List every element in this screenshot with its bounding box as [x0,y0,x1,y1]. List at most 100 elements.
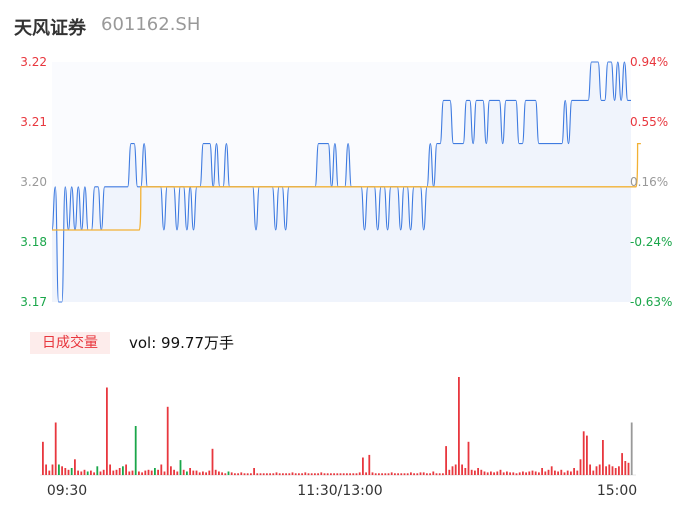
volume-bar [304,472,307,475]
volume-bar [93,472,95,475]
volume-bar [339,473,342,476]
volume-bar [378,473,380,476]
volume-bar [298,473,300,476]
volume-bar [256,473,259,476]
volume-bar [589,464,591,475]
volume-bar [582,431,585,476]
volume-bar [83,469,86,475]
volume-bar [294,473,297,476]
volume-bar [326,473,329,476]
volume-bar [483,471,486,475]
volume-bar [77,470,79,475]
y-left-label: 3.17 [20,295,47,309]
volume-bar [173,469,175,475]
volume-bar [186,471,188,475]
volume-bar [506,471,508,475]
volume-bar [586,435,588,475]
volume-bar [531,470,534,475]
volume-bar [426,473,428,476]
volume-bar [320,472,323,475]
volume-bar [154,468,156,475]
volume-bar [467,441,470,475]
volume-bar [630,422,633,475]
volume-value: vol: 99.77万手 [129,334,234,352]
y-left-label: 3.22 [20,55,47,69]
volume-bar [333,473,335,476]
volume-bar [445,446,447,475]
volume-bar [502,472,505,475]
volume-bar [170,466,172,476]
volume-bar [403,473,406,476]
volume-bar [490,471,492,475]
volume-bar [310,473,313,476]
volume-bar [253,468,255,475]
volume-bar [365,472,367,475]
volume-bar [618,466,620,476]
volume-bar [557,471,559,475]
volume-bar [307,473,310,476]
volume-bar [406,473,409,476]
y-left-label: 3.21 [20,115,47,129]
y-right-label: 0.16% [630,175,668,189]
volume-bar [131,470,134,475]
volume-bar [573,468,575,475]
y-right-label: 0.55% [630,115,668,129]
volume-bar [538,472,540,475]
volume-bar [266,473,268,476]
volume-bar [301,473,303,476]
volume-bar [317,473,319,476]
volume-bar [51,464,54,475]
volume-bar [147,469,150,475]
volume-bar [259,473,262,476]
volume-bar [282,473,284,476]
volume-bar [419,472,422,475]
volume-bar [179,460,182,475]
volume-bar [112,470,115,475]
intraday-chart-svg: 3.22 3.21 3.20 3.18 3.17 0.94% 0.55% 0.1… [20,55,672,499]
volume-bar [70,468,73,475]
volume-bar [570,471,572,475]
volume-bar [330,473,332,476]
volume-bar [288,473,291,476]
volume-bar [157,469,159,475]
volume-bar [541,468,543,475]
volume-bar [598,464,601,475]
volume-bar [115,469,118,475]
volume-bar [109,464,111,475]
volume-bar [493,472,495,475]
volume-bar [314,473,316,476]
volume-bar [138,471,140,475]
volume-bar [269,473,271,476]
volume-bar [464,468,467,475]
volume-bar [234,473,236,476]
volume-bar [80,471,83,475]
volume-bar [461,464,463,475]
volume-bar [323,473,326,476]
daily-volume-tab[interactable]: 日成交量 [30,332,110,354]
volume-bar [275,472,278,475]
volume-bar [528,471,531,475]
volume-bar [566,470,569,475]
volume-bar [272,473,275,476]
volume-bar [400,473,403,476]
volume-bar [346,473,348,476]
volume-bar [166,406,169,476]
volume-bar [224,473,227,476]
volume-bar [355,473,358,476]
volume-bar [291,472,294,475]
volume-bar [454,464,457,475]
volume-bar [390,472,393,475]
volume-bar [480,469,483,475]
volume-bar [176,471,179,475]
volume-bar [90,470,92,475]
volume-bar [486,472,489,475]
volume-bar [208,470,211,475]
y-right-label: -0.63% [630,295,672,309]
volume-bar [554,470,556,475]
volume-bar [515,473,518,476]
volume-bar [602,440,604,475]
volume-bar [477,468,479,475]
volume-bar [125,464,127,475]
volume-bar [246,473,249,476]
volume-bar [160,464,163,475]
